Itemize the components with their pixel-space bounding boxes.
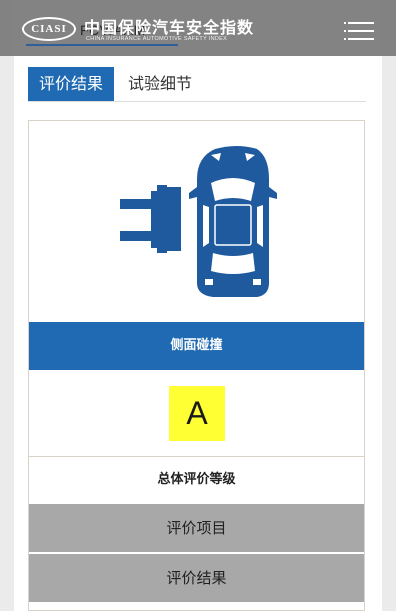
evaluation-results-row[interactable]: 评价结果 bbox=[29, 554, 364, 602]
grade-row: A bbox=[29, 370, 364, 457]
result-card: 侧面碰撞 A 总体评价等级 评价项目 评价结果 bbox=[28, 120, 365, 611]
tab-test-details[interactable]: 试验细节 bbox=[114, 67, 206, 101]
evaluation-items-row[interactable]: 评价项目 bbox=[29, 504, 364, 552]
logo-title-cn: 中国保险汽车安全指数 bbox=[84, 18, 255, 37]
test-illustration bbox=[29, 121, 364, 322]
logo-title-en: CHINA INSURANCE AUTOMOTIVE SAFETY INDEX bbox=[86, 36, 228, 42]
site-header: FCV/AAM CIASI 中国保险汽车安全指数 CHINA INSURANCE… bbox=[0, 0, 396, 56]
underlying-underline bbox=[26, 44, 178, 46]
test-name-banner: 侧面碰撞 bbox=[29, 322, 364, 370]
tab-evaluation-result[interactable]: 评价结果 bbox=[28, 67, 114, 101]
result-tabs: 评价结果 试验细节 bbox=[28, 67, 366, 102]
ciasi-logo[interactable]: CIASI bbox=[22, 17, 76, 41]
hamburger-menu-icon[interactable] bbox=[344, 20, 376, 42]
grade-badge: A bbox=[169, 386, 225, 441]
overall-rating-label: 总体评价等级 bbox=[157, 472, 236, 487]
side-impact-car-icon bbox=[120, 146, 277, 297]
